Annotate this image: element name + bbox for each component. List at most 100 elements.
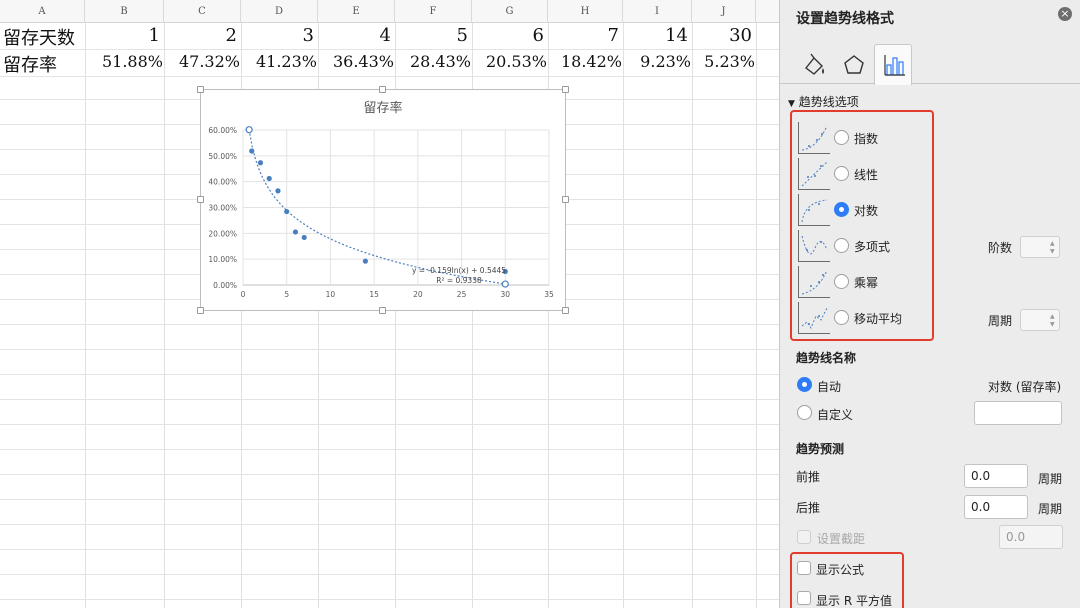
- bar-chart-icon: [884, 55, 905, 76]
- trend-option-linear[interactable]: 线性: [798, 158, 1008, 190]
- label-name-auto: 自动: [817, 380, 842, 394]
- cell-e1[interactable]: 4: [318, 25, 391, 46]
- y-tick-label: 40.00%: [208, 178, 237, 187]
- column-header-c[interactable]: C: [164, 0, 241, 23]
- trend-option-polynomial[interactable]: 多项式: [798, 230, 1008, 262]
- grid-row-line: [0, 399, 779, 400]
- column-header-i[interactable]: I: [623, 0, 692, 23]
- label-linear: 线性: [854, 168, 879, 182]
- cell-f1[interactable]: 5: [395, 25, 468, 46]
- cell-j2[interactable]: 5.23%: [692, 52, 755, 71]
- paint-bucket-icon: [805, 53, 824, 75]
- grid-col-line: [756, 23, 757, 608]
- radio-polynomial[interactable]: [834, 238, 849, 253]
- cell-i2[interactable]: 9.23%: [623, 52, 691, 71]
- checkbox-set-intercept[interactable]: [797, 530, 811, 544]
- section-trendline-options[interactable]: ▼ 趋势线选项: [788, 93, 859, 110]
- section-trendline-name: 趋势线名称: [796, 351, 857, 365]
- custom-name-input[interactable]: [974, 401, 1062, 425]
- radio-exponential[interactable]: [834, 130, 849, 145]
- grid-col-line: [623, 23, 624, 608]
- cell-c1[interactable]: 2: [164, 25, 237, 46]
- cell-f2[interactable]: 28.43%: [395, 52, 471, 71]
- column-header-g[interactable]: G: [472, 0, 548, 23]
- cell-g2[interactable]: 20.53%: [472, 52, 547, 71]
- section-forecast: 趋势预测: [796, 442, 845, 456]
- cell-d1[interactable]: 3: [241, 25, 314, 46]
- x-tick-label: 10: [326, 290, 336, 299]
- cell-a2[interactable]: 留存率: [3, 51, 57, 77]
- column-header-a[interactable]: A: [0, 0, 85, 23]
- trend-option-power[interactable]: 乘幂: [798, 266, 1008, 298]
- cell-c2[interactable]: 47.32%: [164, 52, 240, 71]
- intercept-input[interactable]: 0.0: [999, 525, 1063, 549]
- cell-h2[interactable]: 18.42%: [548, 52, 622, 71]
- y-tick-label: 60.00%: [208, 126, 237, 135]
- forward-input[interactable]: 0.0: [964, 464, 1028, 488]
- resize-handle-right[interactable]: [562, 196, 569, 203]
- radio-moving-average[interactable]: [834, 310, 849, 325]
- trendline-equation[interactable]: y = -0.159ln(x) + 0.5445: [412, 266, 506, 275]
- x-tick-label: 5: [284, 290, 289, 299]
- chart-object[interactable]: 留存率 0.00% 10.00% 20.00% 30.00% 40.00% 50.00% 6…: [197, 86, 569, 314]
- stepper-up-icon: ▲: [1050, 313, 1055, 320]
- y-tick-label: 0.00%: [213, 281, 237, 290]
- auto-name-value: 对数 (留存率): [988, 380, 1062, 394]
- cell-d2[interactable]: 41.23%: [241, 52, 317, 71]
- backward-input[interactable]: 0.0: [964, 495, 1028, 519]
- radio-logarithmic[interactable]: [834, 202, 849, 217]
- trend-option-moving-average[interactable]: 移动平均: [798, 302, 1008, 334]
- resize-handle-top-left[interactable]: [197, 86, 204, 93]
- column-header-h[interactable]: H: [548, 0, 623, 23]
- x-tick-label: 25: [457, 290, 467, 299]
- trendline-r2[interactable]: R² = 0.9338: [436, 276, 482, 285]
- column-headers: A B C D E F G H I J: [0, 0, 779, 23]
- checkbox-show-equation[interactable]: [797, 561, 811, 575]
- data-point: [284, 208, 290, 215]
- label-set-intercept: 设置截距: [817, 532, 866, 546]
- cell-e2[interactable]: 36.43%: [318, 52, 394, 71]
- spreadsheet[interactable]: A B C D E F G H I J 留存天数 1 2 3 4 5 6 7 1…: [0, 0, 779, 608]
- cell-a1[interactable]: 留存天数: [3, 24, 75, 50]
- data-point: [301, 234, 307, 241]
- grid-row-line: [0, 424, 779, 425]
- column-header-e[interactable]: E: [318, 0, 395, 23]
- resize-handle-top-right[interactable]: [562, 86, 569, 93]
- radio-name-custom[interactable]: [797, 405, 812, 420]
- trendline-endpoint-handle: [245, 126, 253, 134]
- resize-handle-bottom-right[interactable]: [562, 307, 569, 314]
- tab-effects[interactable]: [835, 44, 873, 84]
- order-stepper: ▲ ▼: [1020, 236, 1060, 258]
- tab-fill-line[interactable]: [796, 44, 834, 84]
- exponential-trend-icon: [798, 122, 830, 154]
- grid-col-line: [164, 23, 165, 608]
- column-header-d[interactable]: D: [241, 0, 318, 23]
- close-icon[interactable]: ×: [1058, 7, 1072, 21]
- chart-title[interactable]: 留存率: [363, 100, 402, 116]
- trendline[interactable]: [248, 129, 506, 285]
- column-header-f[interactable]: F: [395, 0, 472, 23]
- radio-linear[interactable]: [834, 166, 849, 181]
- power-trend-icon: [798, 266, 830, 298]
- resize-handle-left[interactable]: [197, 196, 204, 203]
- cell-j1[interactable]: 30: [692, 25, 752, 46]
- cell-b2[interactable]: 51.88%: [85, 52, 163, 71]
- radio-name-auto[interactable]: [797, 377, 812, 392]
- label-forward: 前推: [796, 470, 821, 484]
- pentagon-icon: [844, 55, 864, 74]
- column-header-b[interactable]: B: [85, 0, 164, 23]
- cell-i1[interactable]: 14: [623, 25, 688, 46]
- label-polynomial: 多项式: [854, 240, 891, 254]
- radio-power[interactable]: [834, 274, 849, 289]
- resize-handle-bottom-left[interactable]: [197, 307, 204, 314]
- cell-b1[interactable]: 1: [85, 25, 160, 46]
- trend-option-exponential[interactable]: 指数: [798, 122, 1008, 154]
- resize-handle-bottom[interactable]: [379, 307, 386, 314]
- resize-handle-top[interactable]: [379, 86, 386, 93]
- cell-g1[interactable]: 6: [472, 25, 544, 46]
- trend-option-logarithmic[interactable]: 对数: [798, 194, 1008, 226]
- column-header-j[interactable]: J: [692, 0, 756, 23]
- cell-h1[interactable]: 7: [548, 25, 619, 46]
- tab-trendline-options[interactable]: [874, 44, 912, 85]
- checkbox-show-r2[interactable]: [797, 591, 811, 605]
